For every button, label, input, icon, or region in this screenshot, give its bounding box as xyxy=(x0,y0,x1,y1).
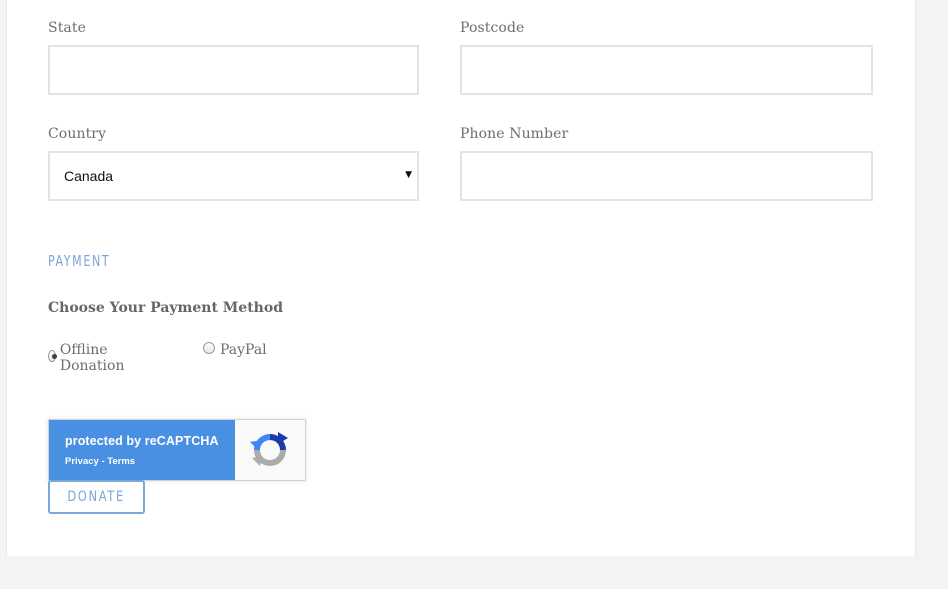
paypal-label: PayPal xyxy=(220,342,267,358)
payment-section-heading: PAYMENT xyxy=(48,252,111,270)
phone-input[interactable] xyxy=(460,151,873,201)
state-input[interactable] xyxy=(48,45,419,95)
recaptcha-logo-icon xyxy=(250,432,288,466)
postcode-input[interactable] xyxy=(460,45,873,95)
donate-button-label: DONATE xyxy=(67,489,126,505)
country-select[interactable]: Canada ▼ xyxy=(48,151,419,201)
offline-donation-radio[interactable] xyxy=(48,350,57,362)
country-label: Country xyxy=(48,126,107,142)
payment-method-heading: Choose Your Payment Method xyxy=(48,300,283,316)
recaptcha-logo-panel xyxy=(235,420,305,480)
offline-donation-label: Offline Donation xyxy=(59,342,125,374)
state-label: State xyxy=(48,20,86,36)
offline-donation-option[interactable]: Offline Donation xyxy=(48,342,129,374)
postcode-label: Postcode xyxy=(460,20,525,36)
phone-label: Phone Number xyxy=(460,126,569,142)
country-selected-value: Canada xyxy=(64,168,114,184)
dropdown-arrow-icon: ▼ xyxy=(405,170,412,180)
recaptcha-badge[interactable]: protected by reCAPTCHA Privacy - Terms xyxy=(48,419,306,481)
paypal-radio[interactable] xyxy=(203,342,215,354)
paypal-option[interactable]: PayPal xyxy=(203,342,267,358)
recaptcha-text-panel: protected by reCAPTCHA Privacy - Terms xyxy=(49,420,235,480)
donate-button[interactable]: DONATE xyxy=(48,480,145,514)
recaptcha-links[interactable]: Privacy - Terms xyxy=(65,456,235,467)
recaptcha-title: protected by reCAPTCHA xyxy=(65,434,219,448)
